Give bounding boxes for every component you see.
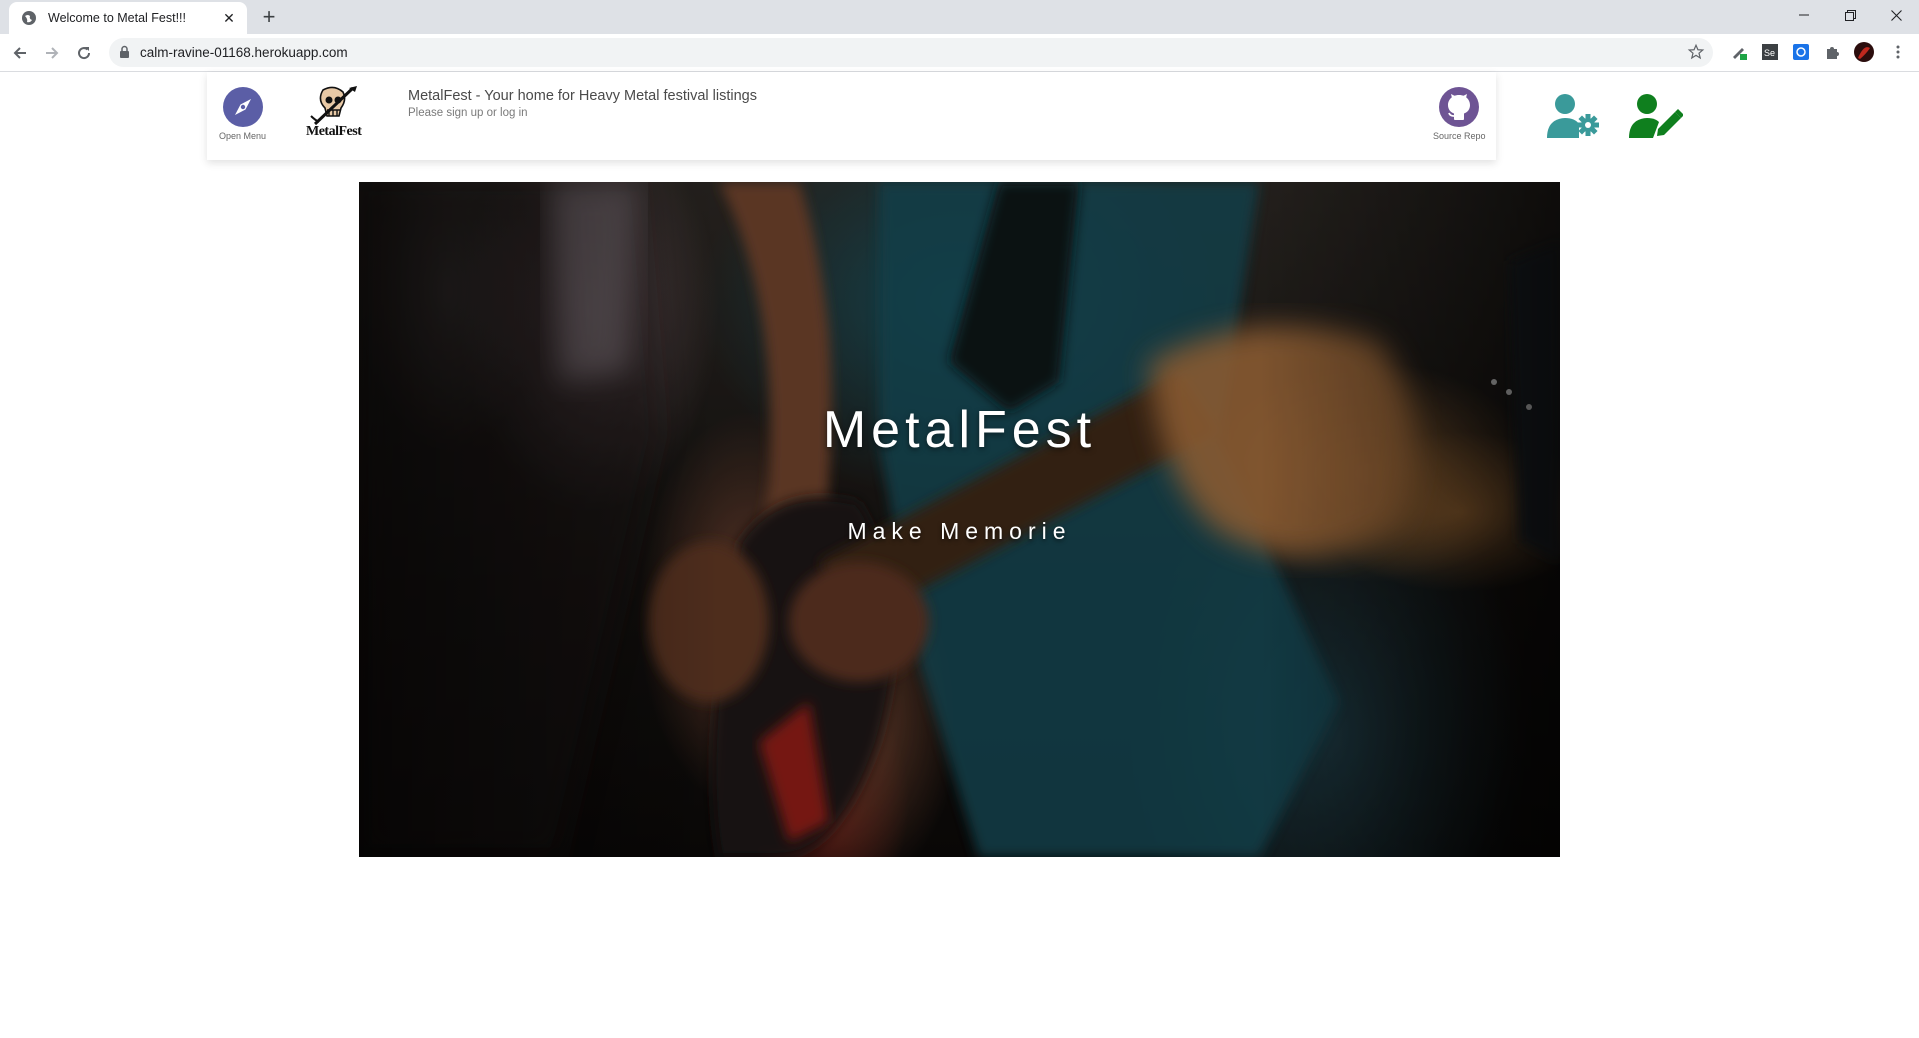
browser-tab[interactable]: Welcome to Metal Fest!!! ✕: [9, 2, 247, 34]
reload-icon: [78, 47, 91, 60]
navbar-subtitle: Please sign up or log in: [408, 107, 528, 119]
extensions-puzzle-icon[interactable]: [1823, 42, 1843, 62]
site-navbar: Open Menu MetalFest MetalFest - Your hom…: [207, 72, 1496, 160]
extension-pen-icon[interactable]: [1729, 42, 1749, 62]
user-edit-icon: [1629, 94, 1684, 138]
open-menu-button[interactable]: Open Menu: [219, 86, 266, 141]
tab-title: Welcome to Metal Fest!!!: [48, 11, 187, 25]
browser-tab-bar: Welcome to Metal Fest!!! ✕ +: [0, 0, 1919, 34]
close-tab-icon[interactable]: ✕: [221, 10, 237, 26]
user-edit-button[interactable]: [1627, 92, 1684, 145]
compass-icon: [222, 87, 263, 127]
navbar-title: MetalFest - Your home for Heavy Metal fe…: [408, 88, 757, 104]
user-settings-icon: [1547, 94, 1599, 138]
bookmark-star-icon[interactable]: [1687, 43, 1705, 61]
hero-title: MetalFest: [822, 401, 1097, 459]
back-button[interactable]: [6, 39, 34, 67]
skull-guitar-logo-icon: [309, 86, 357, 126]
profile-avatar[interactable]: [1854, 42, 1874, 62]
open-menu-label: Open Menu: [219, 131, 267, 141]
new-tab-button[interactable]: +: [258, 4, 280, 29]
metalfest-logo[interactable]: MetalFest: [306, 86, 362, 140]
url-text: calm-ravine-01168.herokuapp.com: [140, 45, 348, 60]
restore-button[interactable]: [1827, 0, 1873, 30]
hero-banner: MetalFest Make Memorie: [359, 182, 1560, 857]
arrow-left-icon: [13, 47, 26, 59]
logo-text: MetalFest: [306, 124, 362, 139]
arrow-right-icon: [46, 47, 59, 59]
address-bar[interactable]: calm-ravine-01168.herokuapp.com: [109, 38, 1713, 67]
source-repo-button[interactable]: Source Repo: [1433, 86, 1486, 141]
close-window-button[interactable]: [1873, 0, 1919, 30]
forward-button[interactable]: [38, 39, 66, 67]
source-repo-label: Source Repo: [1433, 131, 1486, 141]
browser-menu-icon[interactable]: [1888, 42, 1908, 62]
user-settings-button[interactable]: [1545, 92, 1601, 145]
github-icon: [1439, 87, 1480, 127]
browser-toolbar: calm-ravine-01168.herokuapp.com Se: [0, 34, 1919, 72]
globe-icon: [21, 10, 37, 26]
extension-shield-icon[interactable]: [1791, 42, 1811, 62]
reload-button[interactable]: [70, 39, 98, 67]
minimize-button[interactable]: [1781, 0, 1827, 30]
extension-selenium-icon[interactable]: Se: [1760, 42, 1780, 62]
lock-icon: [120, 45, 129, 58]
hero-subtitle: Make Memorie: [847, 518, 1072, 544]
svg-text:Se: Se: [1764, 48, 1775, 58]
